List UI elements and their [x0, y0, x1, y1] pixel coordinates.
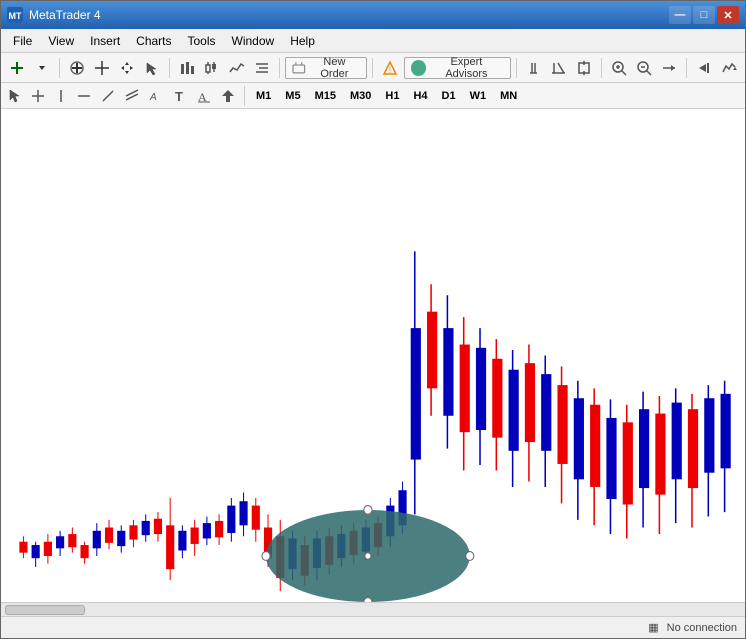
handle-right[interactable] [466, 552, 474, 561]
zoom-in-2-button[interactable] [607, 57, 630, 79]
bars-icon: ▦ [648, 621, 658, 634]
alert-button[interactable]: ! [378, 57, 401, 79]
minimize-button[interactable]: — [669, 6, 691, 24]
new-order-button[interactable]: New Order [285, 57, 367, 79]
label-tool[interactable]: A [193, 86, 215, 106]
scroll-end-button[interactable] [692, 57, 715, 79]
maximize-button[interactable]: □ [693, 6, 715, 24]
fib-tool[interactable]: A [145, 86, 167, 106]
app-icon: MT [7, 7, 23, 23]
menu-help[interactable]: Help [282, 32, 323, 50]
period-d1[interactable]: D1 [436, 86, 462, 106]
svg-text:A: A [198, 90, 207, 103]
period-m5[interactable]: M5 [279, 86, 306, 106]
chart-svg [1, 109, 745, 602]
separator-7 [686, 58, 687, 78]
zoom-out-2-button[interactable] [632, 57, 655, 79]
scrollbar-thumb[interactable] [5, 605, 85, 615]
candle-chart-button[interactable] [200, 57, 224, 79]
menu-window[interactable]: Window [224, 32, 283, 50]
zoom-out-chart-button[interactable] [547, 57, 570, 79]
toolbar-group-1 [5, 57, 54, 79]
new-chart-button[interactable] [5, 57, 29, 79]
fix-button[interactable] [658, 57, 681, 79]
separator-3 [279, 58, 280, 78]
period-mn[interactable]: MN [494, 86, 523, 106]
toolbar-group-3 [175, 57, 274, 79]
chart-container[interactable]: Ellipse [1, 109, 745, 602]
separator-1 [59, 58, 60, 78]
bars-indicator: ▦ [648, 621, 658, 634]
svg-text:A: A [149, 92, 157, 103]
crosshair-button[interactable] [90, 57, 114, 79]
period-w1[interactable]: W1 [464, 86, 493, 106]
menu-view[interactable]: View [40, 32, 82, 50]
zoom-in-chart-button[interactable] [522, 57, 545, 79]
horizontal-scrollbar[interactable] [1, 602, 745, 616]
line-chart-button[interactable] [225, 57, 249, 79]
handle-bottom[interactable] [364, 598, 372, 602]
arrow-dropdown-button[interactable] [30, 57, 54, 79]
connection-status: No connection [667, 622, 737, 634]
period-h1[interactable]: H1 [379, 86, 405, 106]
menu-charts[interactable]: Charts [128, 32, 179, 50]
period-m1[interactable]: M1 [250, 86, 277, 106]
new-order-label: New Order [309, 56, 361, 80]
bar-chart-button[interactable] [175, 57, 199, 79]
menu-insert[interactable]: Insert [82, 32, 128, 50]
toolbar2: A T A M1 M5 M15 M30 H1 H4 D1 W1 MN [1, 83, 745, 109]
handle-left[interactable] [262, 552, 270, 561]
indent-button[interactable] [250, 57, 274, 79]
period-m30[interactable]: M30 [344, 86, 377, 106]
title-bar-controls: — □ ✕ [669, 6, 739, 24]
handle-center[interactable] [365, 553, 371, 560]
period-separator [244, 86, 245, 106]
zoom-in-button[interactable] [65, 57, 89, 79]
crosshair-tool[interactable] [27, 86, 49, 106]
channel-tool[interactable] [121, 86, 143, 106]
separator-6 [601, 58, 602, 78]
status-bar: ▦ No connection [1, 616, 745, 638]
svg-text:T: T [175, 89, 183, 103]
vertical-line-tool[interactable] [51, 86, 71, 106]
horizontal-line-tool[interactable] [73, 86, 95, 106]
window-title: MetaTrader 4 [29, 8, 101, 22]
app-window: MT MetaTrader 4 — □ ✕ File View Insert C… [0, 0, 746, 639]
period-h4[interactable]: H4 [407, 86, 433, 106]
menu-tools[interactable]: Tools [180, 32, 224, 50]
cursor-tool[interactable] [5, 86, 25, 106]
separator-2 [169, 58, 170, 78]
period-m15[interactable]: M15 [309, 86, 342, 106]
title-bar-left: MT MetaTrader 4 [7, 7, 101, 23]
expert-advisors-button[interactable]: Expert Advisors [404, 57, 511, 79]
svg-text:MT: MT [9, 11, 22, 21]
pointer-button[interactable] [140, 57, 164, 79]
close-button[interactable]: ✕ [717, 6, 739, 24]
text-tool[interactable]: T [169, 86, 191, 106]
trendline-tool[interactable] [97, 86, 119, 106]
toolbar-group-2 [65, 57, 164, 79]
title-bar: MT MetaTrader 4 — □ ✕ [1, 1, 745, 29]
ea-label: Expert Advisors [429, 56, 503, 80]
ea-icon [411, 60, 427, 76]
pan-button[interactable] [115, 57, 139, 79]
autoscroll-button[interactable] [717, 57, 740, 79]
menu-file[interactable]: File [5, 32, 40, 50]
handle-top[interactable] [364, 506, 372, 515]
menu-bar: File View Insert Charts Tools Window Hel… [1, 29, 745, 53]
separator-5 [516, 58, 517, 78]
fix-scale-button[interactable] [572, 57, 595, 79]
svg-text:!: ! [389, 66, 391, 75]
arrow-tool[interactable] [217, 86, 239, 106]
toolbar1: New Order ! Expert Advisors [1, 53, 745, 83]
separator-4 [372, 58, 373, 78]
